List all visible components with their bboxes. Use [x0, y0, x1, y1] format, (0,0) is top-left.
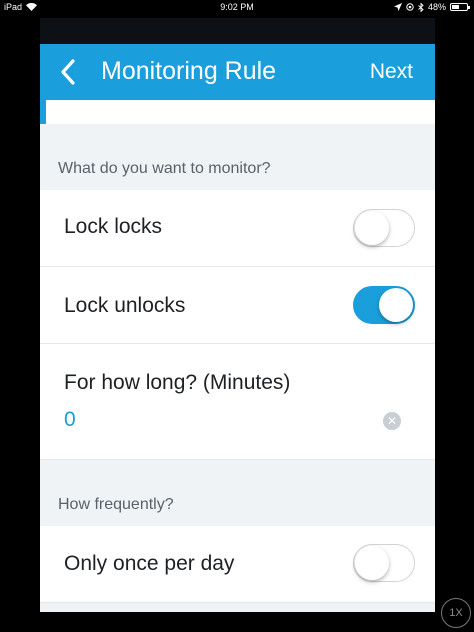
row-label: Lock unlocks [64, 294, 186, 317]
section-header-monitor: What do you want to monitor? [40, 124, 435, 190]
section-header-label: What do you want to monitor? [58, 160, 271, 177]
once-per-day-toggle[interactable] [353, 544, 415, 582]
battery-tip [468, 6, 470, 9]
row-lock-locks: Lock locks [40, 190, 435, 267]
orientation-lock-icon [406, 3, 414, 11]
progress-accent [40, 100, 46, 124]
page-title: Monitoring Rule [101, 57, 277, 85]
section-header-frequency: How frequently? [40, 460, 435, 526]
row-duration: For how long? (Minutes) 0 ✕ [40, 344, 435, 460]
row-lock-unlocks: Lock unlocks [40, 267, 435, 344]
app-top-strip [40, 18, 435, 44]
row-label: Only once per day [64, 552, 235, 575]
progress-strip [40, 100, 435, 124]
battery-fill [452, 5, 459, 9]
status-right: 48% [393, 2, 470, 12]
status-bar: iPad 9:02 PM 48% [0, 0, 474, 14]
location-icon [393, 3, 402, 11]
toggle-knob [379, 288, 413, 322]
app-screen: Monitoring Rule Next What do you want to… [40, 44, 435, 612]
bluetooth-icon [418, 2, 424, 12]
minutes-input[interactable]: 0 [64, 408, 76, 432]
clear-x-icon[interactable]: ✕ [383, 412, 401, 430]
toggle-knob [355, 211, 389, 245]
section-header-label: How frequently? [58, 496, 174, 513]
row-label: Lock locks [64, 215, 163, 238]
navigation-bar: Monitoring Rule Next [40, 44, 435, 100]
lock-locks-toggle[interactable] [353, 209, 415, 247]
chevron-left-icon [61, 59, 75, 85]
next-button[interactable]: Next [370, 60, 413, 84]
toggle-knob [355, 546, 389, 580]
row-once-per-day: Only once per day [40, 526, 435, 603]
zoom-button[interactable]: 1X [441, 598, 471, 628]
duration-label: For how long? (Minutes) [64, 371, 291, 394]
lock-unlocks-toggle[interactable] [353, 286, 415, 324]
battery-percent: 48% [427, 2, 446, 12]
battery-icon [450, 3, 470, 11]
back-button[interactable] [54, 58, 82, 86]
